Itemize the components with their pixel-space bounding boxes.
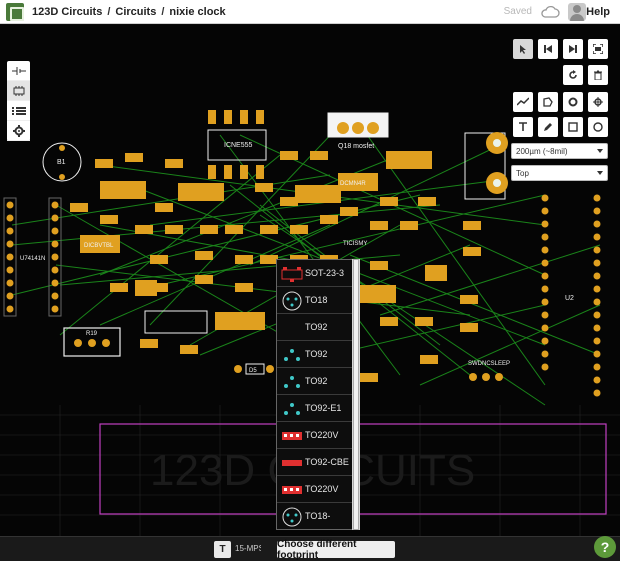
pointer-icon[interactable] — [513, 39, 533, 59]
crosshair-icon[interactable] — [588, 92, 608, 112]
diode-d5[interactable]: D5 — [234, 363, 274, 375]
footprint-label: TO92 — [305, 322, 328, 332]
pen-icon[interactable] — [538, 117, 558, 137]
footprint-label: TO92 — [305, 376, 328, 386]
breadcrumb: 123D Circuits / Circuits / nixie clock — [32, 6, 226, 18]
skip-forward-icon[interactable] — [563, 39, 583, 59]
to220-footprint-icon — [282, 486, 302, 494]
breadcrumb-separator: / — [161, 5, 165, 18]
to18-footprint-icon — [282, 507, 302, 527]
via-icon[interactable] — [563, 92, 583, 112]
footprint-item[interactable]: TO220V — [277, 476, 359, 503]
rectangle-icon[interactable] — [563, 117, 583, 137]
sot23-footprint-icon — [281, 267, 303, 282]
saved-status: Saved — [503, 6, 532, 17]
footprint-list-scrollbar[interactable] — [352, 259, 360, 530]
battery-symbol-icon[interactable] — [7, 61, 30, 81]
choose-footprint-button[interactable]: Choose different footprint — [277, 539, 395, 561]
footprint-item[interactable]: TO18 — [277, 287, 359, 314]
footprint-list: SOT-23-3 TO18 TO92 TO92 TO92 TO92-E1 TO2… — [276, 259, 360, 530]
to92-footprint-icon — [282, 460, 302, 466]
circuits-logo-icon[interactable] — [6, 2, 24, 21]
connector-right[interactable] — [464, 132, 508, 200]
r19-label: R19 — [86, 331, 98, 337]
to92-footprint-icon — [284, 349, 300, 361]
fit-screen-icon[interactable] — [588, 39, 608, 59]
help-bubble-icon[interactable]: ? — [594, 536, 616, 558]
ic-555[interactable]: ICNE555 — [207, 110, 267, 179]
breadcrumb-home[interactable]: 123D Circuits — [32, 6, 102, 18]
trash-icon[interactable] — [588, 65, 608, 85]
footprint-label: TO92-CBE — [305, 457, 349, 467]
footprint-label: TO18 — [305, 295, 328, 305]
ic-label: ICNE555 — [224, 142, 253, 149]
text-tool-button[interactable]: T — [214, 541, 231, 558]
breadcrumb-separator: / — [107, 5, 111, 18]
footprint-label: TO220V — [305, 430, 339, 440]
skip-back-icon[interactable] — [538, 39, 558, 59]
to92-footprint-icon — [284, 403, 300, 415]
battery-b1[interactable]: B1 — [42, 142, 82, 182]
u74141n-label: U74141N — [20, 256, 45, 262]
layer-value: Top — [516, 169, 529, 178]
footprint-item[interactable]: SOT-23-3 — [277, 260, 359, 287]
b1-label: B1 — [57, 159, 66, 166]
u2-label: U2 — [565, 295, 574, 302]
selected-part-name: 15-MPS — [235, 544, 261, 553]
to220-footprint-icon — [282, 432, 302, 440]
sw-label: SWDNCSLEEP — [468, 361, 510, 367]
breadcrumb-circuits[interactable]: Circuits — [115, 6, 156, 18]
help-link[interactable]: Help — [586, 6, 610, 18]
mid2-label: TICISMY — [343, 241, 367, 247]
footprint-label: TO220V — [305, 484, 339, 494]
footprint-item[interactable]: TO92-E1 — [277, 395, 359, 422]
footprint-item[interactable]: TO92 — [277, 314, 359, 341]
mid1-label: DCMN4R — [340, 181, 366, 187]
text-icon[interactable] — [513, 117, 533, 137]
footprint-item[interactable]: TO92 — [277, 368, 359, 395]
trace-width-select[interactable]: 200µm (~8mil) — [511, 143, 608, 159]
gear-icon[interactable] — [7, 121, 30, 141]
polygon-icon[interactable] — [538, 92, 558, 112]
footprint-label: TO18- — [305, 511, 331, 521]
footprint-item[interactable]: TO92-CBE — [277, 449, 359, 476]
trace-width-value: 200µm (~8mil) — [516, 147, 568, 156]
footprint-label: TO92-E1 — [305, 403, 342, 413]
scrollbar-thumb[interactable] — [353, 259, 359, 530]
route-icon[interactable] — [513, 92, 533, 112]
footprint-item[interactable]: TO18- — [277, 503, 359, 529]
circle-icon[interactable] — [588, 117, 608, 137]
chevron-down-icon — [597, 171, 603, 175]
cloud-icon[interactable] — [540, 6, 560, 18]
mosfet-label: Q18 mosfet — [338, 143, 374, 150]
d5-label: D5 — [249, 368, 257, 374]
mosfet-q18[interactable]: Q18 mosfet — [327, 112, 389, 150]
footprint-item[interactable]: TO220V — [277, 422, 359, 449]
top-bar: 123D Circuits / Circuits / nixie clock S… — [0, 0, 620, 24]
chip-icon[interactable] — [7, 81, 30, 101]
to92-footprint-icon — [284, 376, 300, 388]
bottom-bar: T 15-MPS Choose different footprint — [0, 536, 620, 561]
left1-label: DICBVTBL — [84, 243, 114, 249]
layer-select[interactable]: Top — [511, 165, 608, 181]
user-avatar-icon[interactable] — [568, 3, 586, 21]
breadcrumb-project[interactable]: nixie clock — [169, 6, 225, 18]
resistor-r19[interactable]: R19 — [63, 327, 121, 357]
rotate-icon[interactable] — [563, 65, 583, 85]
footprint-label: TO92 — [305, 349, 328, 359]
left-tool-palette — [7, 61, 30, 141]
chevron-down-icon — [597, 149, 603, 153]
footprint-label: SOT-23-3 — [305, 268, 345, 278]
footprint-item[interactable]: TO92 — [277, 341, 359, 368]
list-icon[interactable] — [7, 101, 30, 121]
to18-footprint-icon — [282, 291, 302, 311]
